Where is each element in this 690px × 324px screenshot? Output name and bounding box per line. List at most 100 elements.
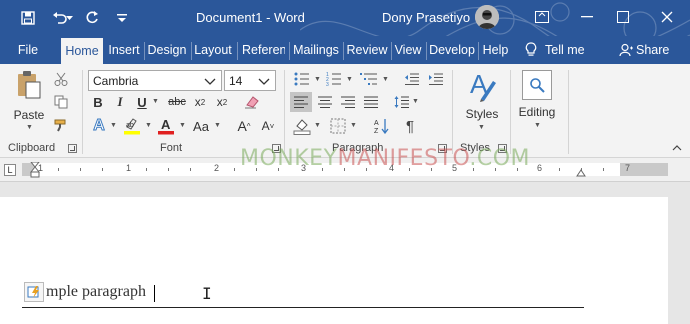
customize-quick-access-icon[interactable] [112, 8, 132, 28]
clipboard-launcher-icon[interactable] [68, 144, 77, 153]
superscript-icon[interactable]: x2 [213, 93, 231, 111]
styles-gallery-icon[interactable]: A [466, 68, 498, 104]
font-group-label: Font [160, 142, 183, 154]
find-search-icon[interactable] [522, 70, 552, 100]
multilevel-list-icon[interactable] [358, 70, 380, 88]
cut-icon[interactable] [52, 70, 70, 88]
highlight-color-icon[interactable]: ab [122, 116, 142, 136]
editing-dropdown-icon[interactable]: ▼ [534, 122, 541, 129]
undo-dropdown-icon[interactable] [64, 8, 74, 28]
watermark-part: .COM [469, 146, 531, 171]
multilevel-dropdown-icon[interactable]: ▼ [382, 76, 389, 83]
ruler-tick [603, 168, 604, 171]
group-separator [82, 70, 83, 154]
maximize-icon[interactable] [611, 6, 635, 28]
ruler-tick [234, 168, 235, 171]
underline-dropdown-icon[interactable]: ▼ [152, 98, 159, 105]
shading-dropdown-icon[interactable]: ▼ [314, 122, 321, 129]
tab-file[interactable]: File [8, 36, 48, 64]
change-case-dropdown-icon[interactable]: ▼ [214, 122, 221, 129]
change-case-icon[interactable]: Aa [190, 116, 212, 136]
font-size-select[interactable]: 14 [224, 70, 276, 91]
shrink-font-icon[interactable]: A ˅ [258, 116, 278, 136]
align-center-icon[interactable] [314, 92, 336, 112]
borders-icon[interactable] [328, 116, 348, 136]
paragraph-text: mple paragraph [46, 283, 146, 300]
close-icon[interactable] [655, 6, 679, 28]
share-person-icon[interactable] [618, 36, 634, 64]
tab-insert[interactable]: Insert [105, 36, 143, 64]
tab-layout[interactable]: Layout [192, 36, 234, 64]
clear-formatting-icon[interactable] [242, 93, 262, 111]
borders-dropdown-icon[interactable]: ▼ [350, 122, 357, 129]
tab-references[interactable]: Referen [239, 36, 285, 64]
ruler-tick-label: 7 [625, 163, 631, 173]
underline-icon[interactable]: U [134, 93, 150, 111]
decrease-indent-icon[interactable] [402, 70, 422, 88]
font-name-select[interactable]: Cambria [88, 70, 222, 91]
paste-button[interactable]: Paste [10, 107, 48, 123]
share-button[interactable]: Share [636, 36, 672, 64]
styles-dropdown-icon[interactable]: ▼ [478, 124, 485, 131]
document-page[interactable]: mple paragraph I [0, 197, 668, 324]
title-bar: Document1 - Word Dony Prasetiyo [0, 0, 690, 64]
paste-dropdown-icon[interactable]: ▼ [26, 124, 33, 131]
group-separator [452, 70, 453, 154]
paragraph-action-icon[interactable] [24, 282, 44, 302]
document-paragraph[interactable]: mple paragraph [24, 282, 146, 302]
show-formatting-marks-icon[interactable]: ¶ [400, 116, 420, 136]
format-painter-icon[interactable] [52, 116, 70, 134]
right-indent-marker-icon[interactable] [576, 168, 586, 177]
save-icon[interactable] [18, 8, 38, 28]
highlight-dropdown-icon[interactable]: ▼ [145, 122, 152, 129]
paragraph-bottom-border [22, 307, 584, 308]
tab-home[interactable]: Home [61, 38, 103, 64]
collapse-ribbon-icon[interactable] [670, 142, 684, 154]
line-spacing-dropdown-icon[interactable]: ▼ [412, 98, 419, 105]
chevron-down-icon [204, 78, 216, 85]
align-left-icon[interactable] [290, 92, 312, 112]
tab-help[interactable]: Help [479, 36, 512, 64]
watermark-part: MONKEY [240, 146, 338, 171]
italic-icon[interactable]: I [112, 93, 128, 111]
shading-icon[interactable] [292, 116, 312, 136]
text-effects-dropdown-icon[interactable]: ▼ [110, 122, 117, 129]
svg-text:Z: Z [374, 128, 379, 134]
grow-font-icon[interactable]: A ^ [234, 116, 254, 136]
increase-indent-icon[interactable] [426, 70, 446, 88]
sort-icon[interactable]: AZ [372, 116, 392, 136]
align-right-icon[interactable] [337, 92, 359, 112]
subscript-icon[interactable]: x2 [191, 93, 209, 111]
lightbulb-icon[interactable] [522, 36, 540, 64]
redo-icon[interactable] [82, 8, 102, 28]
tab-review[interactable]: Review [344, 36, 390, 64]
bullets-icon[interactable] [292, 70, 312, 88]
bullets-dropdown-icon[interactable]: ▼ [314, 76, 321, 83]
tell-me-search[interactable]: Tell me [545, 36, 595, 64]
strikethrough-icon[interactable]: abc [166, 93, 188, 111]
justify-icon[interactable] [360, 92, 382, 112]
clipboard-paste-icon[interactable] [12, 70, 44, 100]
numbering-dropdown-icon[interactable]: ▼ [346, 76, 353, 83]
editing-button[interactable]: Editing [514, 104, 560, 120]
font-color-icon[interactable]: A [156, 116, 176, 136]
tab-selector-icon[interactable]: L [4, 164, 16, 176]
numbering-icon[interactable]: 123 [324, 70, 344, 88]
ribbon-display-options-icon[interactable] [530, 6, 554, 28]
text-effects-icon[interactable]: A [90, 116, 108, 136]
styles-button[interactable]: Styles [460, 106, 504, 122]
line-spacing-icon[interactable] [392, 92, 412, 112]
tab-design[interactable]: Design [145, 36, 189, 64]
bold-icon[interactable]: B [90, 93, 106, 111]
minimize-icon[interactable] [575, 6, 599, 28]
svg-text:ab: ab [126, 122, 134, 129]
tab-developer[interactable]: Develop [427, 36, 477, 64]
group-separator [284, 70, 285, 154]
copy-icon[interactable] [52, 93, 70, 111]
user-name[interactable]: Dony Prasetiyo [382, 10, 470, 25]
tab-view[interactable]: View [392, 36, 424, 64]
avatar[interactable] [475, 5, 499, 29]
svg-text:A: A [161, 117, 171, 132]
tab-mailings[interactable]: Mailings [290, 36, 342, 64]
font-color-dropdown-icon[interactable]: ▼ [179, 122, 186, 129]
